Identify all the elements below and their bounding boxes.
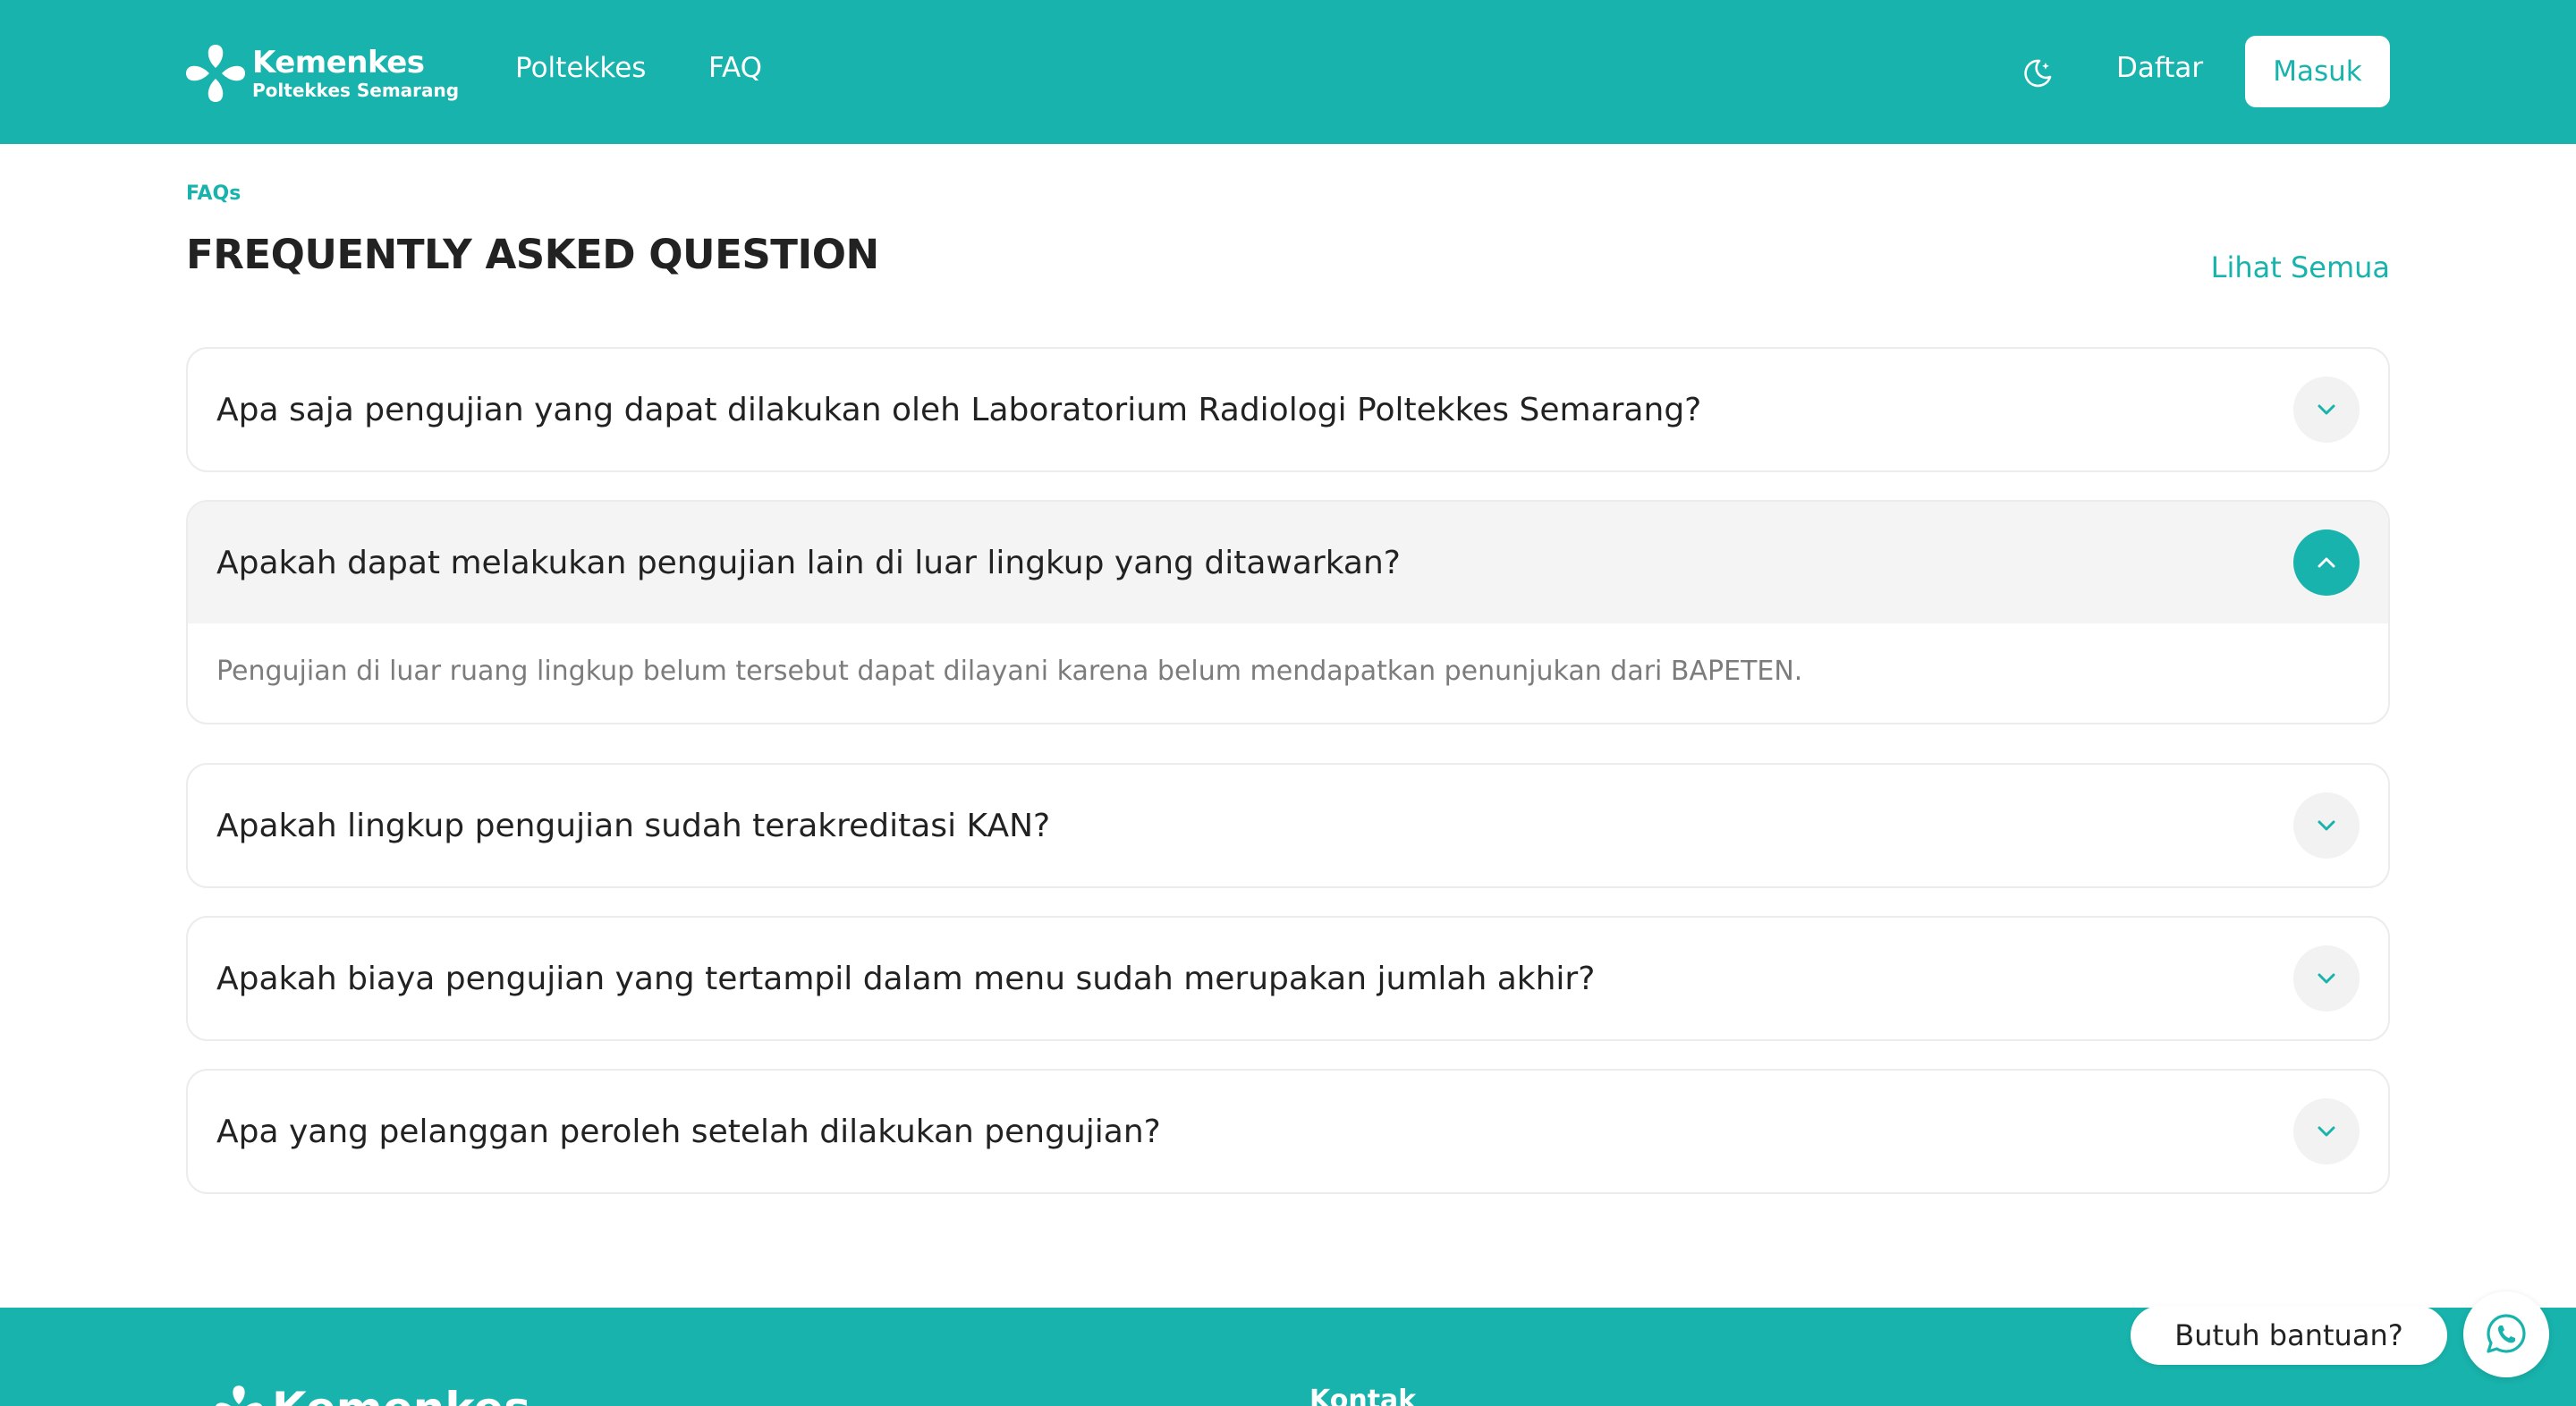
logo-title: Kemenkes — [252, 45, 425, 80]
faq-question-row[interactable]: Apa yang pelanggan peroleh setelah dilak… — [188, 1071, 2388, 1192]
faq-item-expanded: Apakah dapat melakukan pengujian lain di… — [186, 500, 2390, 724]
expand-toggle[interactable] — [2293, 945, 2360, 1012]
nav-link-faq[interactable]: FAQ — [708, 52, 762, 84]
theme-toggle-button[interactable] — [2020, 55, 2055, 91]
expand-toggle[interactable] — [2293, 1098, 2360, 1165]
chevron-up-icon — [2318, 557, 2335, 568]
footer-logo[interactable]: Kemenkes — [213, 1383, 530, 1406]
collapse-toggle[interactable] — [2293, 529, 2360, 596]
kemenkes-logo-icon — [186, 45, 245, 102]
faq-question-row[interactable]: Apa saja pengujian yang dapat dilakukan … — [188, 349, 2388, 470]
faq-question-text: Apakah biaya pengujian yang tertampil da… — [216, 960, 1596, 997]
see-all-link[interactable]: Lihat Semua — [2211, 250, 2390, 284]
footer-contact-heading: Kontak — [1309, 1385, 1417, 1406]
logo-text: Kemenkes Poltekkes Semarang — [252, 47, 459, 99]
faq-question-row[interactable]: Apakah biaya pengujian yang tertampil da… — [188, 918, 2388, 1039]
faq-question-row[interactable]: Apakah dapat melakukan pengujian lain di… — [188, 502, 2388, 623]
faq-eyebrow: FAQs — [186, 182, 242, 205]
faq-question-row[interactable]: Apakah lingkup pengujian sudah terakredi… — [188, 765, 2388, 886]
whatsapp-button[interactable] — [2463, 1292, 2549, 1377]
faq-question-text: Apakah dapat melakukan pengujian lain di… — [216, 544, 1401, 581]
help-bubble[interactable]: Butuh bantuan? — [2131, 1306, 2447, 1365]
footer-logo-text: Kemenkes — [272, 1383, 530, 1406]
faq-item: Apakah lingkup pengujian sudah terakredi… — [186, 763, 2390, 888]
whatsapp-icon — [2487, 1314, 2526, 1353]
chevron-down-icon — [2318, 973, 2335, 984]
nav-link-poltekkes[interactable]: Poltekkes — [515, 52, 646, 84]
expand-toggle[interactable] — [2293, 377, 2360, 443]
faq-question-text: Apa saja pengujian yang dapat dilakukan … — [216, 391, 1702, 428]
top-navbar: Kemenkes Poltekkes Semarang Poltekkes FA… — [0, 0, 2576, 144]
kemenkes-logo[interactable]: Kemenkes Poltekkes Semarang — [184, 41, 459, 106]
login-button[interactable]: Masuk — [2245, 36, 2390, 107]
logo-subtitle: Poltekkes Semarang — [252, 80, 460, 101]
faq-item: Apa yang pelanggan peroleh setelah dilak… — [186, 1069, 2390, 1194]
register-link[interactable]: Daftar — [2116, 52, 2203, 84]
faq-section-title: FREQUENTLY ASKED QUESTION — [186, 231, 879, 278]
chevron-down-icon — [2318, 1126, 2335, 1137]
faq-question-text: Apa yang pelanggan peroleh setelah dilak… — [216, 1113, 1161, 1150]
expand-toggle[interactable] — [2293, 792, 2360, 859]
faq-item: Apakah biaya pengujian yang tertampil da… — [186, 916, 2390, 1041]
moon-icon — [2024, 59, 2052, 88]
faq-answer-text: Pengujian di luar ruang lingkup belum te… — [216, 656, 1803, 687]
chevron-down-icon — [2318, 404, 2335, 415]
kemenkes-logo-icon — [216, 1385, 262, 1406]
faq-item: Apa saja pengujian yang dapat dilakukan … — [186, 347, 2390, 472]
faq-question-text: Apakah lingkup pengujian sudah terakredi… — [216, 807, 1051, 844]
chevron-down-icon — [2318, 820, 2335, 831]
